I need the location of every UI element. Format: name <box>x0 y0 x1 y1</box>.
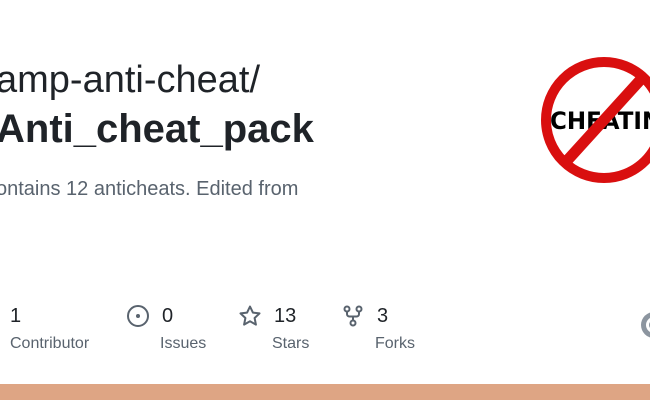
stat-value: 13 <box>274 305 297 327</box>
stat-value: 1 <box>10 305 22 327</box>
repo-stats: 1 Contributor 0 Issues 13 Stars 3 Forks <box>0 300 650 370</box>
stat-label: Forks <box>375 335 415 352</box>
stat-stars[interactable]: 13 Stars <box>238 300 309 360</box>
repo-name[interactable]: Anti_cheat_pack <box>0 104 314 154</box>
stat-label: Contributor <box>10 335 90 352</box>
fork-icon <box>343 305 363 327</box>
stat-forks[interactable]: 3 Forks <box>341 300 415 360</box>
stat-label: Stars <box>272 335 310 352</box>
stat-contributors[interactable]: 1 Contributor <box>0 300 89 360</box>
repo-card: amp-anti-cheat/ Anti_cheat_pack ontains … <box>0 0 650 400</box>
stat-value: 3 <box>377 305 389 327</box>
language-bar <box>0 384 650 400</box>
star-icon <box>239 305 261 326</box>
stat-issues[interactable]: 0 Issues <box>126 300 206 360</box>
issue-icon <box>127 305 149 327</box>
repo-description: ontains 12 anticheats. Edited from <box>0 178 299 200</box>
repo-owner[interactable]: amp-anti-cheat/ <box>0 56 260 104</box>
stat-label: Issues <box>160 335 207 352</box>
stat-value: 0 <box>162 305 174 327</box>
no-cheating-logo: CHEATING <box>541 57 650 183</box>
